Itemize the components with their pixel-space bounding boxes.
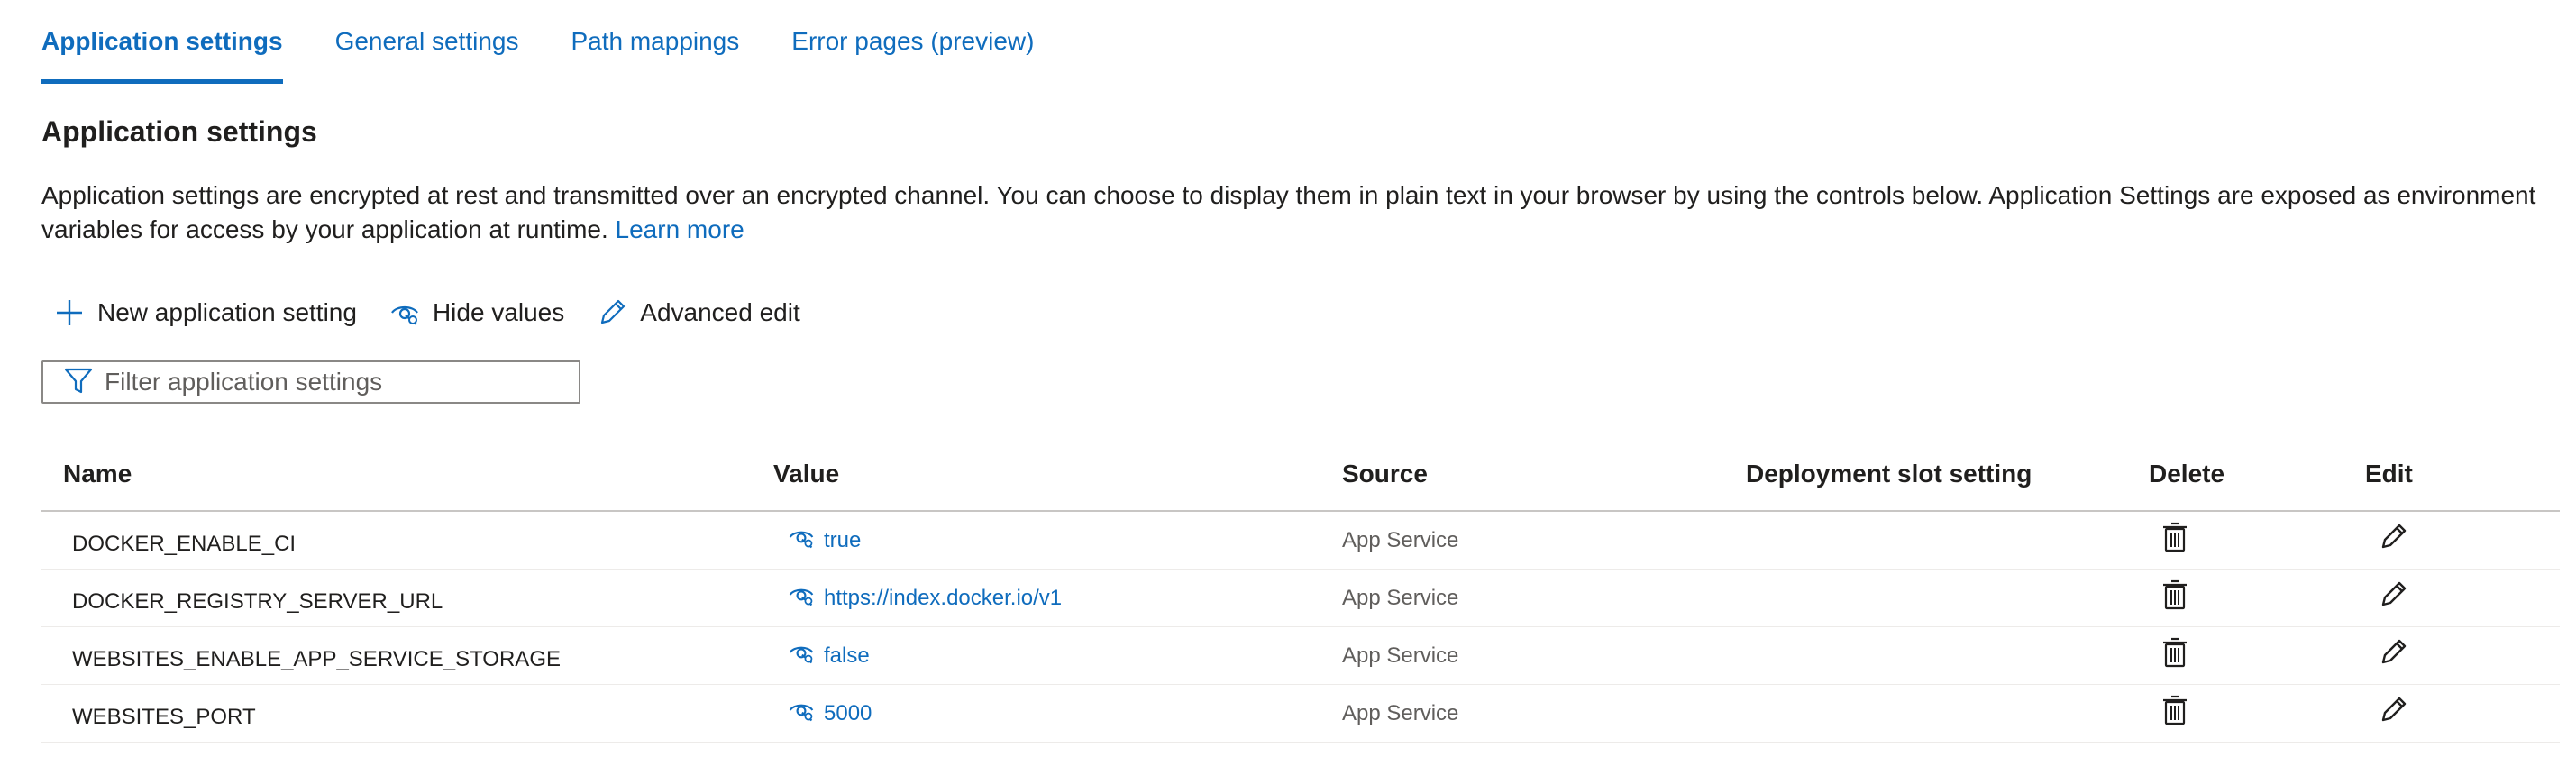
section-title: Application settings [41,115,317,148]
setting-source: App Service [1342,527,1459,552]
pencil-icon [2378,695,2408,732]
edit-button[interactable] [2378,627,2408,684]
tab-general-settings[interactable]: General settings [335,23,519,79]
setting-name: WEBSITES_ENABLE_APP_SERVICE_STORAGE [72,646,561,671]
setting-name: DOCKER_REGISTRY_SERVER_URL [72,588,443,614]
hide-values-label: Hide values [432,298,565,326]
setting-value-text: true [824,527,862,552]
eye-hide-icon [788,524,815,557]
description-text: Application settings are encrypted at re… [41,181,2536,243]
setting-value-text: 5000 [824,700,872,725]
table-header: Name Value Source Deployment slot settin… [41,451,2560,512]
setting-value-text: https://index.docker.io/v1 [824,585,1063,610]
setting-value[interactable]: true [788,512,861,569]
app-settings-table: Name Value Source Deployment slot settin… [41,451,2560,743]
eye-hide-icon [389,297,420,328]
tab-application-settings[interactable]: Application settings [41,23,283,84]
pencil-icon [597,297,627,328]
tab-bar: Application settings General settings Pa… [41,23,1034,84]
pencil-icon [2378,522,2408,559]
filter-box [41,360,580,404]
edit-button[interactable] [2378,570,2408,626]
advanced-edit-label: Advanced edit [640,298,800,326]
hide-values-button[interactable]: Hide values [389,297,564,328]
app-settings-page: Application settings General settings Pa… [0,0,2576,784]
header-source[interactable]: Source [1342,456,1428,492]
new-application-setting-button[interactable]: New application setting [54,297,357,328]
new-application-setting-label: New application setting [97,298,357,326]
plus-icon [54,297,85,328]
trash-icon [2161,695,2188,732]
setting-value[interactable]: https://index.docker.io/v1 [788,570,1062,626]
eye-hide-icon [788,581,815,615]
command-bar: New application setting Hide values Adva… [54,297,800,328]
table-row: WEBSITES_ENABLE_APP_SERVICE_STORAGE fals… [41,627,2560,685]
filter-input[interactable] [105,368,573,397]
section-description: Application settings are encrypted at re… [41,178,2547,247]
setting-name: WEBSITES_PORT [72,704,256,729]
eye-hide-icon [788,639,815,672]
advanced-edit-button[interactable]: Advanced edit [597,297,800,328]
tab-path-mappings[interactable]: Path mappings [571,23,739,79]
header-delete: Delete [2149,460,2225,488]
header-edit: Edit [2365,460,2413,488]
delete-button[interactable] [2161,512,2188,569]
header-name[interactable]: Name [63,456,132,492]
pencil-icon [2378,637,2408,674]
header-deployment-slot[interactable]: Deployment slot setting [1746,456,2032,492]
trash-icon [2161,522,2188,559]
filter-icon [43,365,105,400]
edit-button[interactable] [2378,512,2408,569]
learn-more-link[interactable]: Learn more [616,215,744,243]
delete-button[interactable] [2161,627,2188,684]
setting-name: DOCKER_ENABLE_CI [72,531,297,556]
setting-source: App Service [1342,700,1459,725]
setting-source: App Service [1342,643,1459,668]
pencil-icon [2378,579,2408,616]
table-row: DOCKER_REGISTRY_SERVER_URL https://index… [41,570,2560,627]
table-row: WEBSITES_PORT 5000 App Service [41,685,2560,743]
setting-value[interactable]: 5000 [788,685,872,742]
table-row: DOCKER_ENABLE_CI true App Service [41,512,2560,570]
eye-hide-icon [788,697,815,730]
trash-icon [2161,579,2188,616]
trash-icon [2161,637,2188,674]
setting-value-text: false [824,643,870,668]
setting-source: App Service [1342,585,1459,610]
tab-error-pages[interactable]: Error pages (preview) [791,23,1034,79]
delete-button[interactable] [2161,685,2188,742]
setting-value[interactable]: false [788,627,870,684]
edit-button[interactable] [2378,685,2408,742]
header-value[interactable]: Value [773,456,839,492]
delete-button[interactable] [2161,570,2188,626]
